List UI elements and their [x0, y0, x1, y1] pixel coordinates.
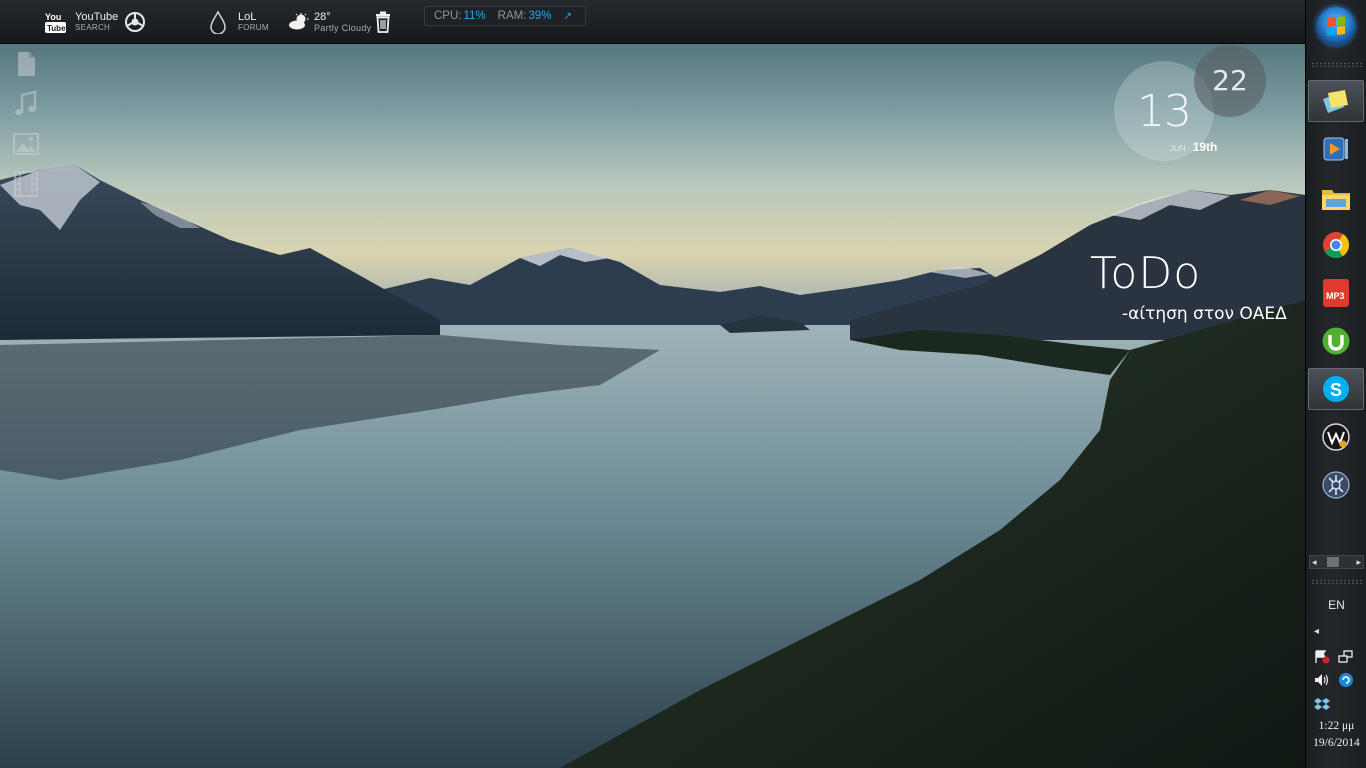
taskbar-app-chrome[interactable] — [1308, 224, 1364, 266]
volume-icon[interactable] — [1314, 673, 1330, 687]
mp3-icon: MP3 — [1323, 279, 1349, 307]
lol-forum-widget[interactable]: LoL FORUM — [208, 8, 269, 36]
chrome-search-icon[interactable] — [124, 11, 146, 33]
side-launcher — [12, 50, 42, 210]
taskbar-app-sticky-notes[interactable] — [1308, 80, 1364, 122]
trash-icon — [376, 11, 390, 33]
clock-minute: 22 — [1212, 64, 1248, 97]
taskbar-app-skype[interactable]: S — [1308, 368, 1364, 410]
weather-temp: 28° — [314, 11, 331, 23]
weather-widget[interactable]: 28° Partly Cloudy — [288, 8, 371, 36]
weather-condition: Partly Cloudy — [314, 23, 372, 33]
drop-icon — [210, 10, 226, 34]
top-bar: You Tube YouTube SEARCH LoL FORUM 28° Pa… — [0, 0, 1305, 44]
skype-icon: S — [1323, 376, 1349, 402]
lol-sublabel: FORUM — [238, 23, 269, 32]
taskbar-app-settings[interactable] — [1308, 464, 1364, 506]
youtube-icon: You Tube — [45, 12, 66, 33]
action-center-icon[interactable] — [1314, 650, 1330, 664]
youtube-search-widget[interactable]: You Tube YouTube SEARCH — [44, 8, 146, 36]
settings-icon — [1322, 471, 1350, 499]
svg-text:MP3: MP3 — [1326, 291, 1345, 301]
system-date[interactable]: 19/6/2014 — [1306, 737, 1366, 749]
system-stats: CPU: 11% RAM: 39% ↗ — [424, 6, 586, 26]
landscape-image — [0, 165, 1305, 768]
clock-day: 19th — [1192, 140, 1218, 154]
cpu-label: CPU: — [434, 10, 462, 22]
taskbar-app-utorrent[interactable] — [1308, 320, 1364, 362]
svg-text:You: You — [45, 12, 61, 22]
taskbar: MP3 S ◂ ▸ EN ◂ 1:22 μμ 19/6/2014 — [1305, 0, 1366, 768]
utorrent-icon — [1322, 327, 1350, 355]
svg-text:Tube: Tube — [47, 24, 66, 33]
language-indicator[interactable]: EN — [1306, 598, 1366, 612]
partly-cloudy-icon — [289, 13, 309, 30]
desktop-wallpaper — [0, 0, 1305, 768]
taskbar-app-media-player[interactable] — [1308, 128, 1364, 170]
windows-logo-icon — [1327, 16, 1345, 36]
taskbar-scrollbar[interactable]: ◂ ▸ — [1309, 555, 1364, 569]
tray-expand-icon[interactable]: ◂ — [1314, 626, 1319, 637]
scroll-thumb[interactable] — [1327, 557, 1339, 567]
dropbox-icon[interactable] — [1314, 697, 1330, 711]
lol-label: LoL — [238, 11, 257, 23]
clock-month: JUN — [1170, 144, 1186, 153]
scroll-right-icon[interactable]: ▸ — [1356, 557, 1361, 568]
ram-value: 39% — [528, 10, 552, 22]
media-player-icon — [1323, 137, 1348, 161]
svg-text:S: S — [1330, 380, 1342, 400]
ram-label: RAM: — [497, 10, 527, 22]
expand-arrow-icon[interactable]: ↗ — [563, 11, 571, 22]
todo-item: -αίτηση στον ΟΑΕΔ — [1122, 304, 1287, 324]
clock-sep: · — [1187, 144, 1191, 153]
youtube-label: YouTube — [75, 11, 119, 23]
taskbar-app-explorer[interactable] — [1308, 177, 1364, 219]
taskbar-app-winamp[interactable] — [1308, 416, 1364, 458]
system-time[interactable]: 1:22 μμ — [1306, 720, 1366, 732]
tray-grip[interactable] — [1311, 579, 1362, 584]
scroll-left-icon[interactable]: ◂ — [1312, 557, 1317, 568]
document-icon[interactable] — [12, 50, 40, 78]
clock-date: JUN · 19th — [1170, 140, 1217, 154]
film-icon[interactable] — [12, 170, 40, 198]
recycle-bin-widget[interactable] — [374, 8, 392, 36]
sticky-notes-icon — [1323, 90, 1348, 113]
taskbar-app-mp3[interactable]: MP3 — [1308, 272, 1364, 314]
explorer-icon — [1322, 190, 1350, 210]
todo-title: ToDo — [1090, 248, 1202, 299]
chrome-icon — [1323, 232, 1350, 259]
network-icon[interactable] — [1338, 650, 1354, 664]
youtube-sublabel: SEARCH — [75, 23, 111, 32]
winamp-icon — [1322, 423, 1350, 451]
sync-icon[interactable] — [1338, 672, 1354, 688]
cpu-value: 11% — [463, 10, 486, 22]
taskbar-grip[interactable] — [1311, 62, 1362, 67]
image-icon[interactable] — [12, 130, 40, 158]
music-icon[interactable] — [12, 90, 40, 118]
